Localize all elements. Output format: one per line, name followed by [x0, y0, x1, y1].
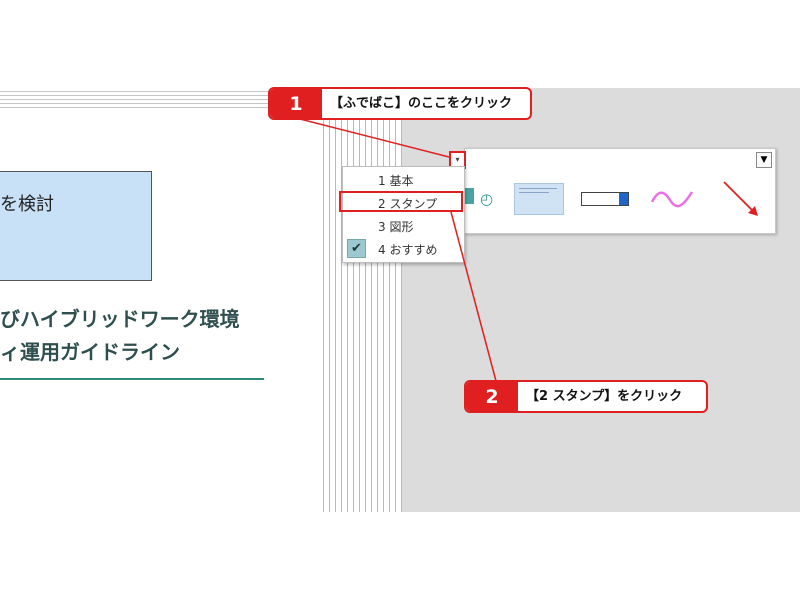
menu-item-shape[interactable]: 3 図形 [378, 218, 413, 235]
callout-text: 【2 スタンプ】をクリック [526, 389, 683, 404]
striped-divider [318, 88, 402, 512]
stamp-thumbnail[interactable] [514, 183, 564, 215]
slide-title-underline [0, 378, 264, 380]
slide-title-line1: びハイブリッドワーク環境 [0, 307, 240, 331]
favorites-icon[interactable] [464, 188, 474, 204]
marker-fill [619, 193, 628, 205]
slide-text-box [0, 171, 152, 281]
callout-number: 1 [270, 89, 322, 118]
thumb-text-line [519, 192, 549, 193]
arrow-pen-icon[interactable] [720, 178, 764, 222]
pin-icon[interactable]: ▼ [756, 152, 772, 168]
history-icon[interactable]: ◴ [480, 190, 498, 208]
pen-wave-icon[interactable] [650, 184, 694, 212]
slide-box-text: を検討 [0, 194, 54, 215]
callout-step-1: 1 【ふでばこ】のここをクリック [268, 87, 532, 120]
callout-text: 【ふでばこ】のここをクリック [330, 96, 513, 111]
callout-number: 2 [466, 382, 518, 411]
menu-item-basic[interactable]: 1 基本 [378, 172, 413, 189]
check-icon: ✔ [347, 239, 366, 258]
marker-thumbnail[interactable] [581, 192, 629, 206]
menu-item-highlight [339, 191, 463, 212]
callout-step-2: 2 【2 スタンプ】をクリック [464, 380, 708, 413]
menu-item-recommended[interactable]: 4 おすすめ [378, 241, 437, 258]
thumb-text-line [519, 188, 557, 189]
slide-title-line2: ィ運用ガイドライン [0, 340, 180, 364]
